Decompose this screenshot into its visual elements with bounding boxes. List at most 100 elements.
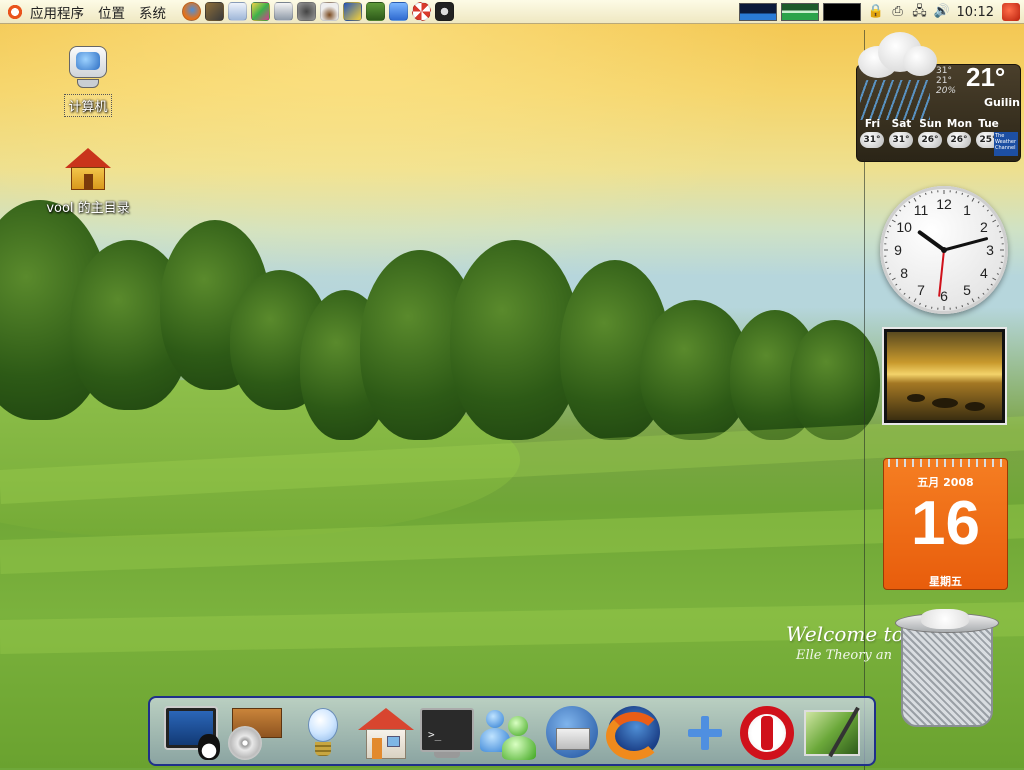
clock-tick xyxy=(962,193,963,195)
mail-icon[interactable] xyxy=(228,2,247,21)
clock-tick xyxy=(909,201,910,203)
paint-icon[interactable] xyxy=(251,2,270,21)
computer-icon xyxy=(67,46,109,90)
clock-number: 1 xyxy=(963,202,971,218)
clock-number: 7 xyxy=(917,282,925,298)
clock-number: 6 xyxy=(940,288,948,304)
tree-line xyxy=(0,200,1024,460)
firefox-icon[interactable] xyxy=(182,2,201,21)
logout-icon[interactable] xyxy=(1002,3,1020,21)
clock-hour-hand xyxy=(920,232,944,250)
gimp-icon[interactable] xyxy=(205,2,224,21)
menu-applications[interactable]: 应用程序 xyxy=(30,2,84,22)
messenger-icon[interactable] xyxy=(480,704,538,762)
system-monitor-icon[interactable] xyxy=(162,704,220,762)
clock-tick xyxy=(968,303,969,305)
printer-icon[interactable]: ⎙ xyxy=(890,4,906,20)
desktop-icon-computer[interactable]: 计算机 xyxy=(33,46,143,117)
lifesaver-icon[interactable] xyxy=(412,2,431,21)
clock-tick xyxy=(968,195,969,197)
panel-clock[interactable]: 10:12 xyxy=(957,5,994,20)
clock-tick xyxy=(892,278,895,280)
quit-icon[interactable] xyxy=(738,704,796,762)
clock-tick xyxy=(997,274,999,275)
memory-monitor-graph[interactable] xyxy=(781,3,819,21)
lightbulb-icon[interactable] xyxy=(294,704,352,762)
clock-tick xyxy=(983,293,984,294)
photo-frame-widget[interactable] xyxy=(882,327,1007,425)
wallpaper-settings-icon[interactable] xyxy=(802,704,860,762)
trash-icon[interactable] xyxy=(893,609,1001,729)
clock-tick xyxy=(895,215,897,216)
network-monitor-graph[interactable] xyxy=(823,3,861,21)
ubuntu-logo-icon xyxy=(6,3,24,21)
network-status-icon[interactable]: 🖧 xyxy=(912,4,928,20)
network-icon[interactable] xyxy=(343,2,362,21)
desktop-icon-label: 计算机 xyxy=(64,94,111,117)
desktop-icon-home[interactable]: vool 的主目录 xyxy=(33,148,143,217)
media-icon[interactable] xyxy=(297,2,316,21)
cpu-monitor-graph[interactable] xyxy=(739,3,777,21)
clock-tick xyxy=(972,298,974,301)
weather-temperature: 21° xyxy=(966,62,1005,93)
clock-number: 9 xyxy=(894,242,902,258)
weather-city: Guilin xyxy=(984,96,1020,109)
clock-tick xyxy=(997,226,999,227)
clock-number: 8 xyxy=(900,265,908,281)
clock-face: 121234567891011 xyxy=(880,186,1008,314)
panel-tray: 🔒 ⎙ 🖧 🔊 10:12 xyxy=(739,0,1024,24)
terminal-icon[interactable]: >_ xyxy=(418,704,476,762)
clock-tick xyxy=(992,278,995,280)
calendar-widget[interactable]: 五月 2008 16 星期五 xyxy=(883,458,1008,590)
forecast-day: Sun26° xyxy=(916,118,945,148)
cloud-icon xyxy=(848,28,932,80)
clock-tick xyxy=(920,303,921,305)
weather-widget[interactable]: 31°21°20% 21° Guilin Fri31° Sat31° Sun26… xyxy=(856,28,1021,162)
image-viewer-icon[interactable] xyxy=(274,2,293,21)
clock-number: 10 xyxy=(896,219,912,235)
clock-tick xyxy=(991,215,993,216)
clock-tick xyxy=(920,195,921,197)
clock-tick xyxy=(895,284,897,285)
clock-tick xyxy=(889,274,891,275)
clock-tick xyxy=(925,305,926,307)
add-launcher-icon[interactable] xyxy=(678,704,736,762)
clock-tick xyxy=(914,198,916,201)
clock-tick xyxy=(904,205,905,206)
lock-icon[interactable]: 🔒 xyxy=(868,4,884,20)
clock-tick xyxy=(978,201,979,203)
clock-tick xyxy=(992,220,995,222)
book-icon[interactable] xyxy=(366,2,385,21)
chat-icon[interactable] xyxy=(389,2,408,21)
clock-number: 11 xyxy=(914,202,929,218)
clock-number: 12 xyxy=(936,196,952,212)
calendar-month: 五月 2008 xyxy=(884,474,1007,490)
clock-tick xyxy=(909,297,910,299)
rain-icon xyxy=(860,80,930,120)
clock-tick xyxy=(914,298,916,301)
forecast-day: Mon26° xyxy=(945,118,974,148)
menu-places[interactable]: 位置 xyxy=(98,2,125,22)
forecast-day: Fri31° xyxy=(858,118,887,148)
clock-tick xyxy=(892,220,895,222)
clock-tick xyxy=(962,305,963,307)
clock-tick xyxy=(887,268,889,269)
volume-icon[interactable]: 🔊 xyxy=(934,4,950,20)
firefox-icon[interactable] xyxy=(604,704,662,762)
weather-channel-logo: The Weather Channel xyxy=(994,132,1018,156)
menu-system[interactable]: 系统 xyxy=(139,2,166,22)
home-folder-icon[interactable] xyxy=(356,704,414,762)
clock-tick xyxy=(972,198,974,201)
clock-tick xyxy=(887,231,889,232)
clock-tick xyxy=(987,210,988,211)
camera-icon[interactable] xyxy=(435,2,454,21)
clock-minute-hand xyxy=(944,239,987,250)
clock-number: 2 xyxy=(980,219,988,235)
sunset-photo xyxy=(887,332,1002,420)
thunderbird-icon[interactable] xyxy=(542,704,600,762)
package-manager-icon[interactable] xyxy=(226,704,284,762)
analog-clock-widget[interactable]: 121234567891011 xyxy=(880,186,1008,314)
calendar-rings xyxy=(884,458,1008,467)
coffee-icon[interactable] xyxy=(320,2,339,21)
wallpaper-subtitle-text: Elle Theory an xyxy=(796,648,892,663)
